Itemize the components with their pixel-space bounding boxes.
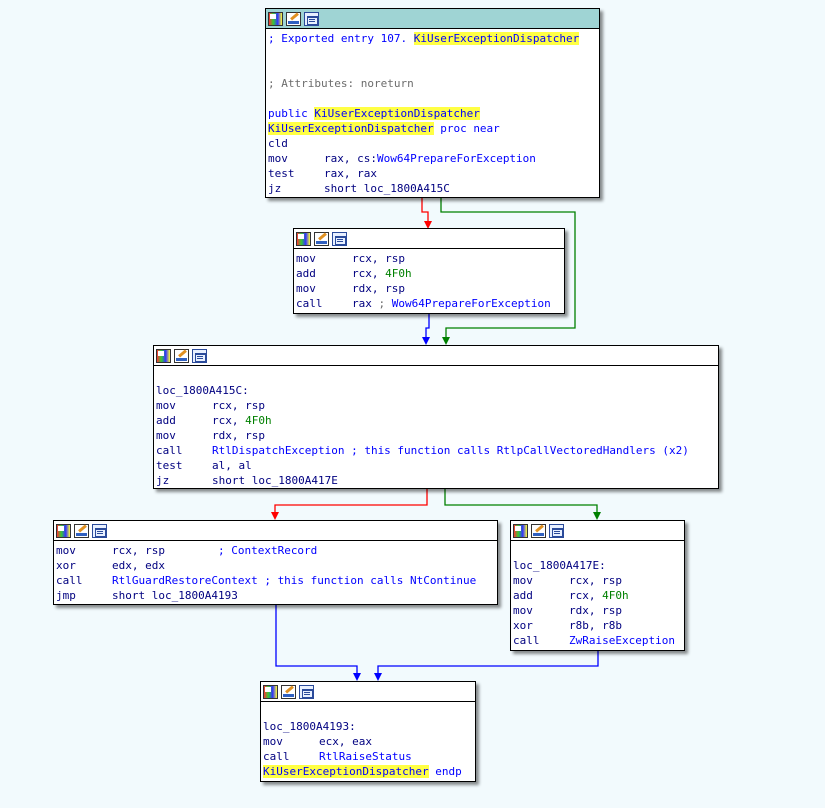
endp-line: KiUserExceptionDispatcher endp	[263, 765, 462, 778]
asm-line[interactable]: mov rax, cs:Wow64PrepareForException	[268, 151, 597, 166]
asm-line[interactable]: mov rdx, rsp	[156, 428, 716, 443]
arrow-head-n4	[593, 512, 601, 520]
graph-node-raise-exception[interactable]: loc_1800A417E: mov rcx, rsp add rcx, 4F0h …	[510, 520, 685, 651]
export-name[interactable]: KiUserExceptionDispatcher	[413, 32, 580, 45]
edge-jump-n4-n5	[377, 651, 599, 674]
asm-line[interactable]: mov ecx, eax	[263, 734, 473, 749]
graph-node-prepare[interactable]: mov rcx, rsp add rcx, 4F0h mov rdx, rsp cal…	[293, 228, 565, 314]
graph-overview-icon[interactable]	[332, 231, 347, 246]
edge-jump-n3-n5	[275, 605, 358, 674]
asm-line[interactable]: jz short loc_1800A415C	[268, 181, 597, 196]
graph-overview-icon[interactable]	[92, 523, 107, 538]
block-label[interactable]: loc_1800A415C:	[156, 383, 716, 398]
asm-line[interactable]: xor r8b, r8b	[513, 618, 682, 633]
node-title-bar[interactable]	[54, 521, 497, 541]
color-palette-icon[interactable]	[513, 523, 528, 538]
color-palette-icon[interactable]	[296, 231, 311, 246]
asm-line[interactable]: mov rcx, rsp ; ContextRecord	[56, 543, 495, 558]
arrow-head-n2-green	[442, 337, 450, 345]
graph-node-entry[interactable]: ; Exported entry 107. KiUserExceptionDis…	[265, 8, 600, 198]
edit-node-icon[interactable]	[174, 348, 189, 363]
asm-line[interactable]: mov rdx, rsp	[513, 603, 682, 618]
graph-node-raise-status[interactable]: loc_1800A4193: mov ecx, eax call RtlRaiseS…	[260, 681, 476, 782]
node-title-bar[interactable]	[261, 682, 475, 702]
asm-line[interactable]: add rcx, 4F0h	[513, 588, 682, 603]
arrow-head-n3	[271, 512, 279, 520]
color-palette-icon[interactable]	[56, 523, 71, 538]
graph-node-restore[interactable]: mov rcx, rsp ; ContextRecord xor edx, edx …	[53, 520, 498, 605]
color-palette-icon[interactable]	[156, 348, 171, 363]
asm-line[interactable]: call RtlRaiseStatus	[263, 749, 473, 764]
asm-line[interactable]: mov rcx, rsp	[296, 251, 562, 266]
asm-line[interactable]: add rcx, 4F0h	[156, 413, 716, 428]
arrow-head-n2-blue	[422, 337, 430, 345]
edit-node-icon[interactable]	[531, 523, 546, 538]
node-title-bar[interactable]	[154, 346, 718, 366]
asm-line[interactable]: add rcx, 4F0h	[296, 266, 562, 281]
block-label[interactable]: loc_1800A417E:	[513, 558, 682, 573]
edge-false-n0-n1	[421, 198, 429, 222]
proc-declaration: KiUserExceptionDispatcher proc near	[268, 122, 500, 135]
graph-overview-icon[interactable]	[549, 523, 564, 538]
edge-jump-n1-n2	[425, 314, 430, 338]
arrow-head-n5-right	[374, 673, 382, 681]
asm-line[interactable]: call RtlDispatchException ; this function…	[156, 443, 716, 458]
asm-line[interactable]: call RtlGuardRestoreContext ; this functi…	[56, 573, 495, 588]
graph-overview-icon[interactable]	[304, 11, 319, 26]
edge-true-n2-n4	[444, 489, 598, 513]
graph-node-dispatch[interactable]: loc_1800A415C: mov rcx, rsp add rcx, 4F0h …	[153, 345, 719, 489]
node-title-bar[interactable]	[511, 521, 684, 541]
asm-line[interactable]: mov rcx, rsp	[156, 398, 716, 413]
asm-line[interactable]: test rax, rax	[268, 166, 597, 181]
block-label[interactable]: loc_1800A4193:	[263, 719, 473, 734]
edit-node-icon[interactable]	[286, 11, 301, 26]
color-palette-icon[interactable]	[268, 11, 283, 26]
edge-false-n2-n3	[274, 489, 428, 513]
asm-line[interactable]: mov rdx, rsp	[296, 281, 562, 296]
edit-node-icon[interactable]	[281, 684, 296, 699]
color-palette-icon[interactable]	[263, 684, 278, 699]
asm-line[interactable]: mov rcx, rsp	[513, 573, 682, 588]
export-comment: ; Exported entry 107. KiUserExceptionDis…	[268, 32, 580, 45]
asm-line[interactable]: jz short loc_1800A417E	[156, 473, 716, 488]
graph-overview-icon[interactable]	[192, 348, 207, 363]
asm-line[interactable]: cld	[268, 136, 597, 151]
asm-line[interactable]: call ZwRaiseException	[513, 633, 682, 648]
graph-overview-icon[interactable]	[299, 684, 314, 699]
asm-line[interactable]: test al, al	[156, 458, 716, 473]
node-title-bar[interactable]	[294, 229, 564, 249]
asm-line[interactable]: jmp short loc_1800A4193	[56, 588, 495, 603]
arrow-head-n5-left	[353, 673, 361, 681]
asm-line[interactable]: call rax ; Wow64PrepareForException	[296, 296, 562, 311]
edit-node-icon[interactable]	[314, 231, 329, 246]
edit-node-icon[interactable]	[74, 523, 89, 538]
node-title-bar[interactable]	[266, 9, 599, 29]
public-declaration: public KiUserExceptionDispatcher	[268, 107, 480, 120]
attributes-comment: ; Attributes: noreturn	[268, 77, 414, 90]
asm-line[interactable]: xor edx, edx	[56, 558, 495, 573]
